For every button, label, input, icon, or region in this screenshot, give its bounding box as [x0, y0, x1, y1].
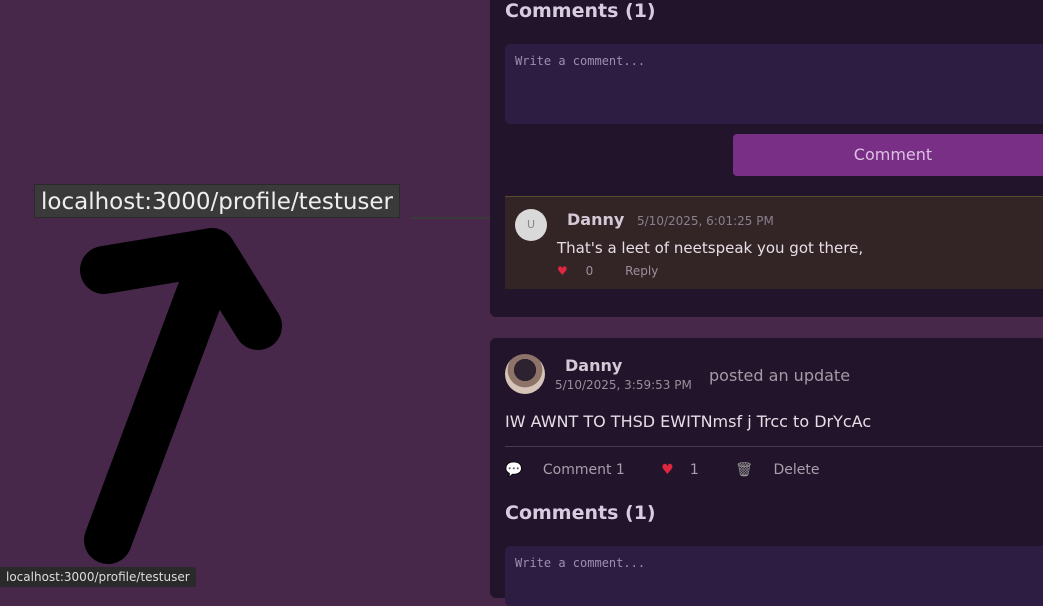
- comments-title: Comments (1): [505, 0, 656, 22]
- post-actions: 💬 Comment 1 ♥ 1 🗑 Delete: [505, 462, 851, 478]
- post-card: Danny 5/10/2025, 3:59:53 PM posted an up…: [490, 338, 1043, 606]
- heart-icon: ♥: [557, 264, 568, 278]
- avatar[interactable]: U: [515, 209, 547, 241]
- delete-button[interactable]: 🗑 Delete: [735, 462, 835, 478]
- comment-toggle-button[interactable]: 💬 Comment 1: [505, 462, 641, 478]
- comment-text: That's a leet of neetspeak you got there…: [557, 239, 864, 257]
- comment-button[interactable]: Comment: [733, 134, 1043, 176]
- post-text: IW AWNT TO THSD EWITNmsf j Trcc to DrYcA…: [505, 412, 872, 431]
- post-author[interactable]: Danny: [565, 356, 622, 375]
- post-timestamp: 5/10/2025, 3:59:53 PM: [555, 378, 692, 392]
- comment-actions: ♥ 0 Reply: [557, 264, 672, 278]
- comments-title: Comments (1): [505, 502, 656, 524]
- avatar[interactable]: [505, 354, 545, 394]
- link-tooltip: localhost:3000/profile/testuser: [34, 184, 401, 218]
- comment-author[interactable]: Danny: [567, 210, 624, 229]
- comment-toggle-label: Comment 1: [542, 462, 625, 478]
- post-action-text: posted an update: [709, 366, 851, 385]
- comment-input[interactable]: Write a comment...: [505, 44, 1043, 124]
- comments-card: Comments (1) Write a comment... Comment …: [490, 0, 1043, 317]
- divider: [505, 446, 1043, 447]
- reply-button[interactable]: Reply: [625, 264, 658, 278]
- comment-like-count: 0: [585, 264, 594, 278]
- post-like-button[interactable]: ♥ 1: [661, 462, 714, 478]
- comment-item: U Danny 5/10/2025, 6:01:25 PM That's a l…: [505, 196, 1043, 289]
- comment-input[interactable]: Write a comment...: [505, 546, 1043, 606]
- annotation-arrow: [80, 228, 282, 564]
- delete-label: Delete: [773, 462, 820, 478]
- comment-like-button[interactable]: ♥ 0: [557, 264, 607, 278]
- post-like-count: 1: [689, 462, 699, 478]
- comment-timestamp: 5/10/2025, 6:01:25 PM: [637, 214, 774, 228]
- trash-icon: 🗑: [735, 462, 754, 478]
- status-bar-url: localhost:3000/profile/testuser: [0, 567, 196, 587]
- heart-icon: ♥: [661, 462, 674, 478]
- speech-bubble-icon: 💬: [505, 462, 523, 478]
